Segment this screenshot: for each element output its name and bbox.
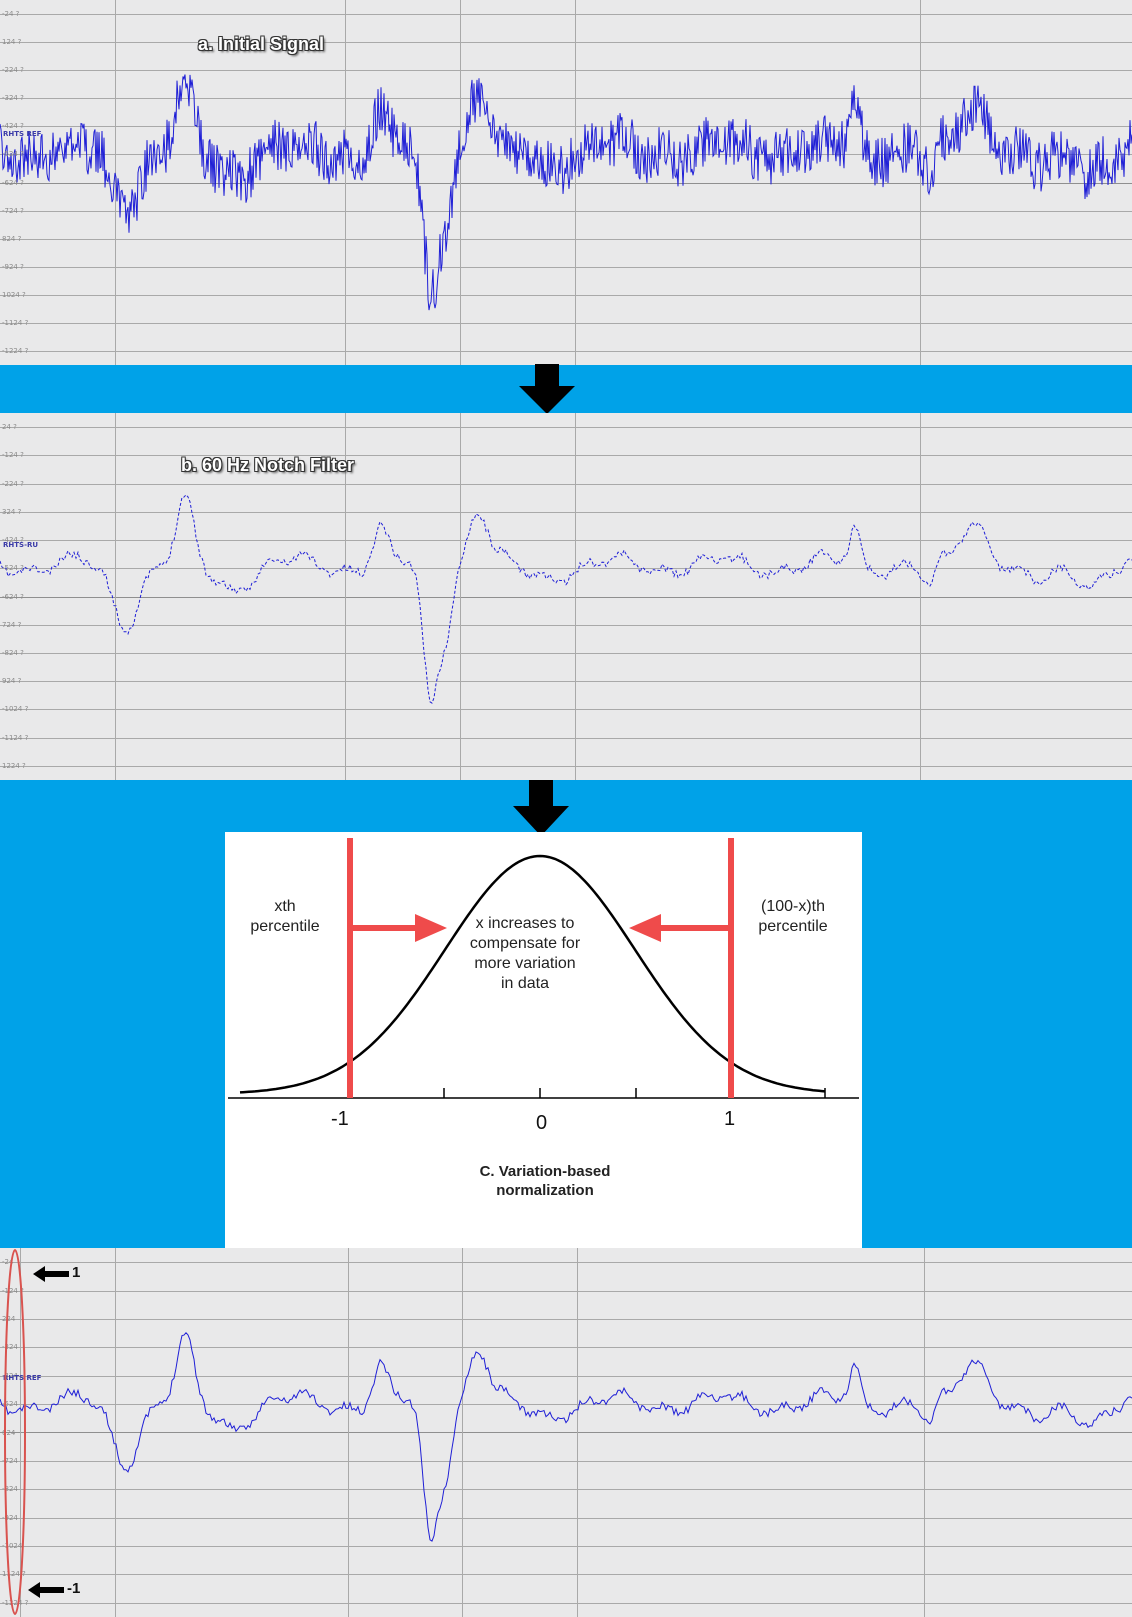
panel-normalized-signal: -24 -124 ? 224 -324 -424 -524 624 -724 -824 -924-… — [0, 1248, 1132, 1617]
y-tick-label: 24 ? — [2, 423, 17, 432]
top-marker-label: 1 — [72, 1264, 81, 1281]
axis-label-1: 1 — [724, 1108, 736, 1130]
panel-b-title: b. 60 Hz Notch Filter — [181, 455, 355, 475]
y-tick-label: -1124 ? — [2, 733, 29, 742]
left-percentile-label: xth percentile — [250, 898, 320, 935]
channel-label-a: RHTS REF — [3, 130, 42, 138]
x-axis-ticks — [349, 1088, 826, 1098]
channel-label-b: RHTS-RU — [3, 541, 39, 549]
bottom-marker-label: -1 — [67, 1580, 81, 1597]
y-tick-label: -824 ? — [2, 648, 24, 657]
y-tick-label: 1024 ? — [2, 290, 26, 299]
left-arrow-icon — [33, 1266, 69, 1282]
eeg-plot-b — [0, 413, 1132, 780]
range-highlight-ellipse — [4, 1249, 26, 1615]
y-tick-label: -224 ? — [2, 66, 24, 75]
eeg-plot-d — [0, 1248, 1132, 1617]
left-arrow-icon — [629, 914, 731, 942]
signal-trace — [0, 1332, 1132, 1542]
y-tick-label: 324 ? — [2, 507, 22, 516]
y-tick-label: 724 ? — [2, 620, 22, 629]
panel-c-title: C. Variation-based normalization — [479, 1163, 611, 1199]
panel-normalization: xth percentile (100-x)th percentile x in… — [225, 832, 862, 1248]
y-tick-label: 824 ? — [2, 234, 22, 243]
panel-initial-signal: -24 ? 124 ? -224 ? -324 ? -424 ? -524 ? -624 ?… — [0, 0, 1132, 365]
eeg-plot-a — [0, 0, 1132, 365]
y-tick-label: 1224 ? — [2, 761, 26, 770]
y-tick-label: -324 ? — [2, 94, 24, 103]
y-tick-label: -24 ? — [2, 10, 20, 19]
right-percentile-label: (100-x)th percentile — [758, 898, 828, 935]
y-tick-label: -624 ? — [2, 592, 24, 601]
axis-label-0: 0 — [536, 1112, 548, 1134]
center-annotation: x increases to compensate for more varia… — [469, 915, 581, 992]
y-tick-label: 124 ? — [2, 38, 22, 47]
y-tick-label: -924 ? — [2, 262, 24, 271]
panel-notch-filter: 24 ? -124 ? -224 ? 324 ? -424 ? -524 ? -624 ? 7… — [0, 413, 1132, 780]
y-tick-label: -224 ? — [2, 479, 24, 488]
y-tick-label: -524 ? — [2, 150, 24, 159]
down-arrow-icon — [513, 780, 569, 836]
y-tick-label: 924 ? — [2, 677, 22, 686]
axis-label-minus-1: -1 — [331, 1108, 349, 1130]
y-tick-label: -724 ? — [2, 206, 24, 215]
signal-trace — [0, 74, 1132, 311]
y-tick-label: -124 ? — [2, 451, 24, 460]
y-tick-label: -1124 ? — [2, 318, 29, 327]
down-arrow-icon — [519, 364, 575, 414]
y-tick-label: -1224 ? — [2, 346, 29, 355]
y-tick-label: -524 ? — [2, 564, 24, 573]
panel-a-title: a. Initial Signal — [198, 34, 325, 54]
signal-trace — [0, 494, 1132, 704]
left-arrow-icon — [28, 1582, 64, 1598]
y-tick-label: -1024 ? — [2, 705, 29, 714]
right-arrow-icon — [350, 914, 447, 942]
y-tick-label: -624 ? — [2, 178, 24, 187]
